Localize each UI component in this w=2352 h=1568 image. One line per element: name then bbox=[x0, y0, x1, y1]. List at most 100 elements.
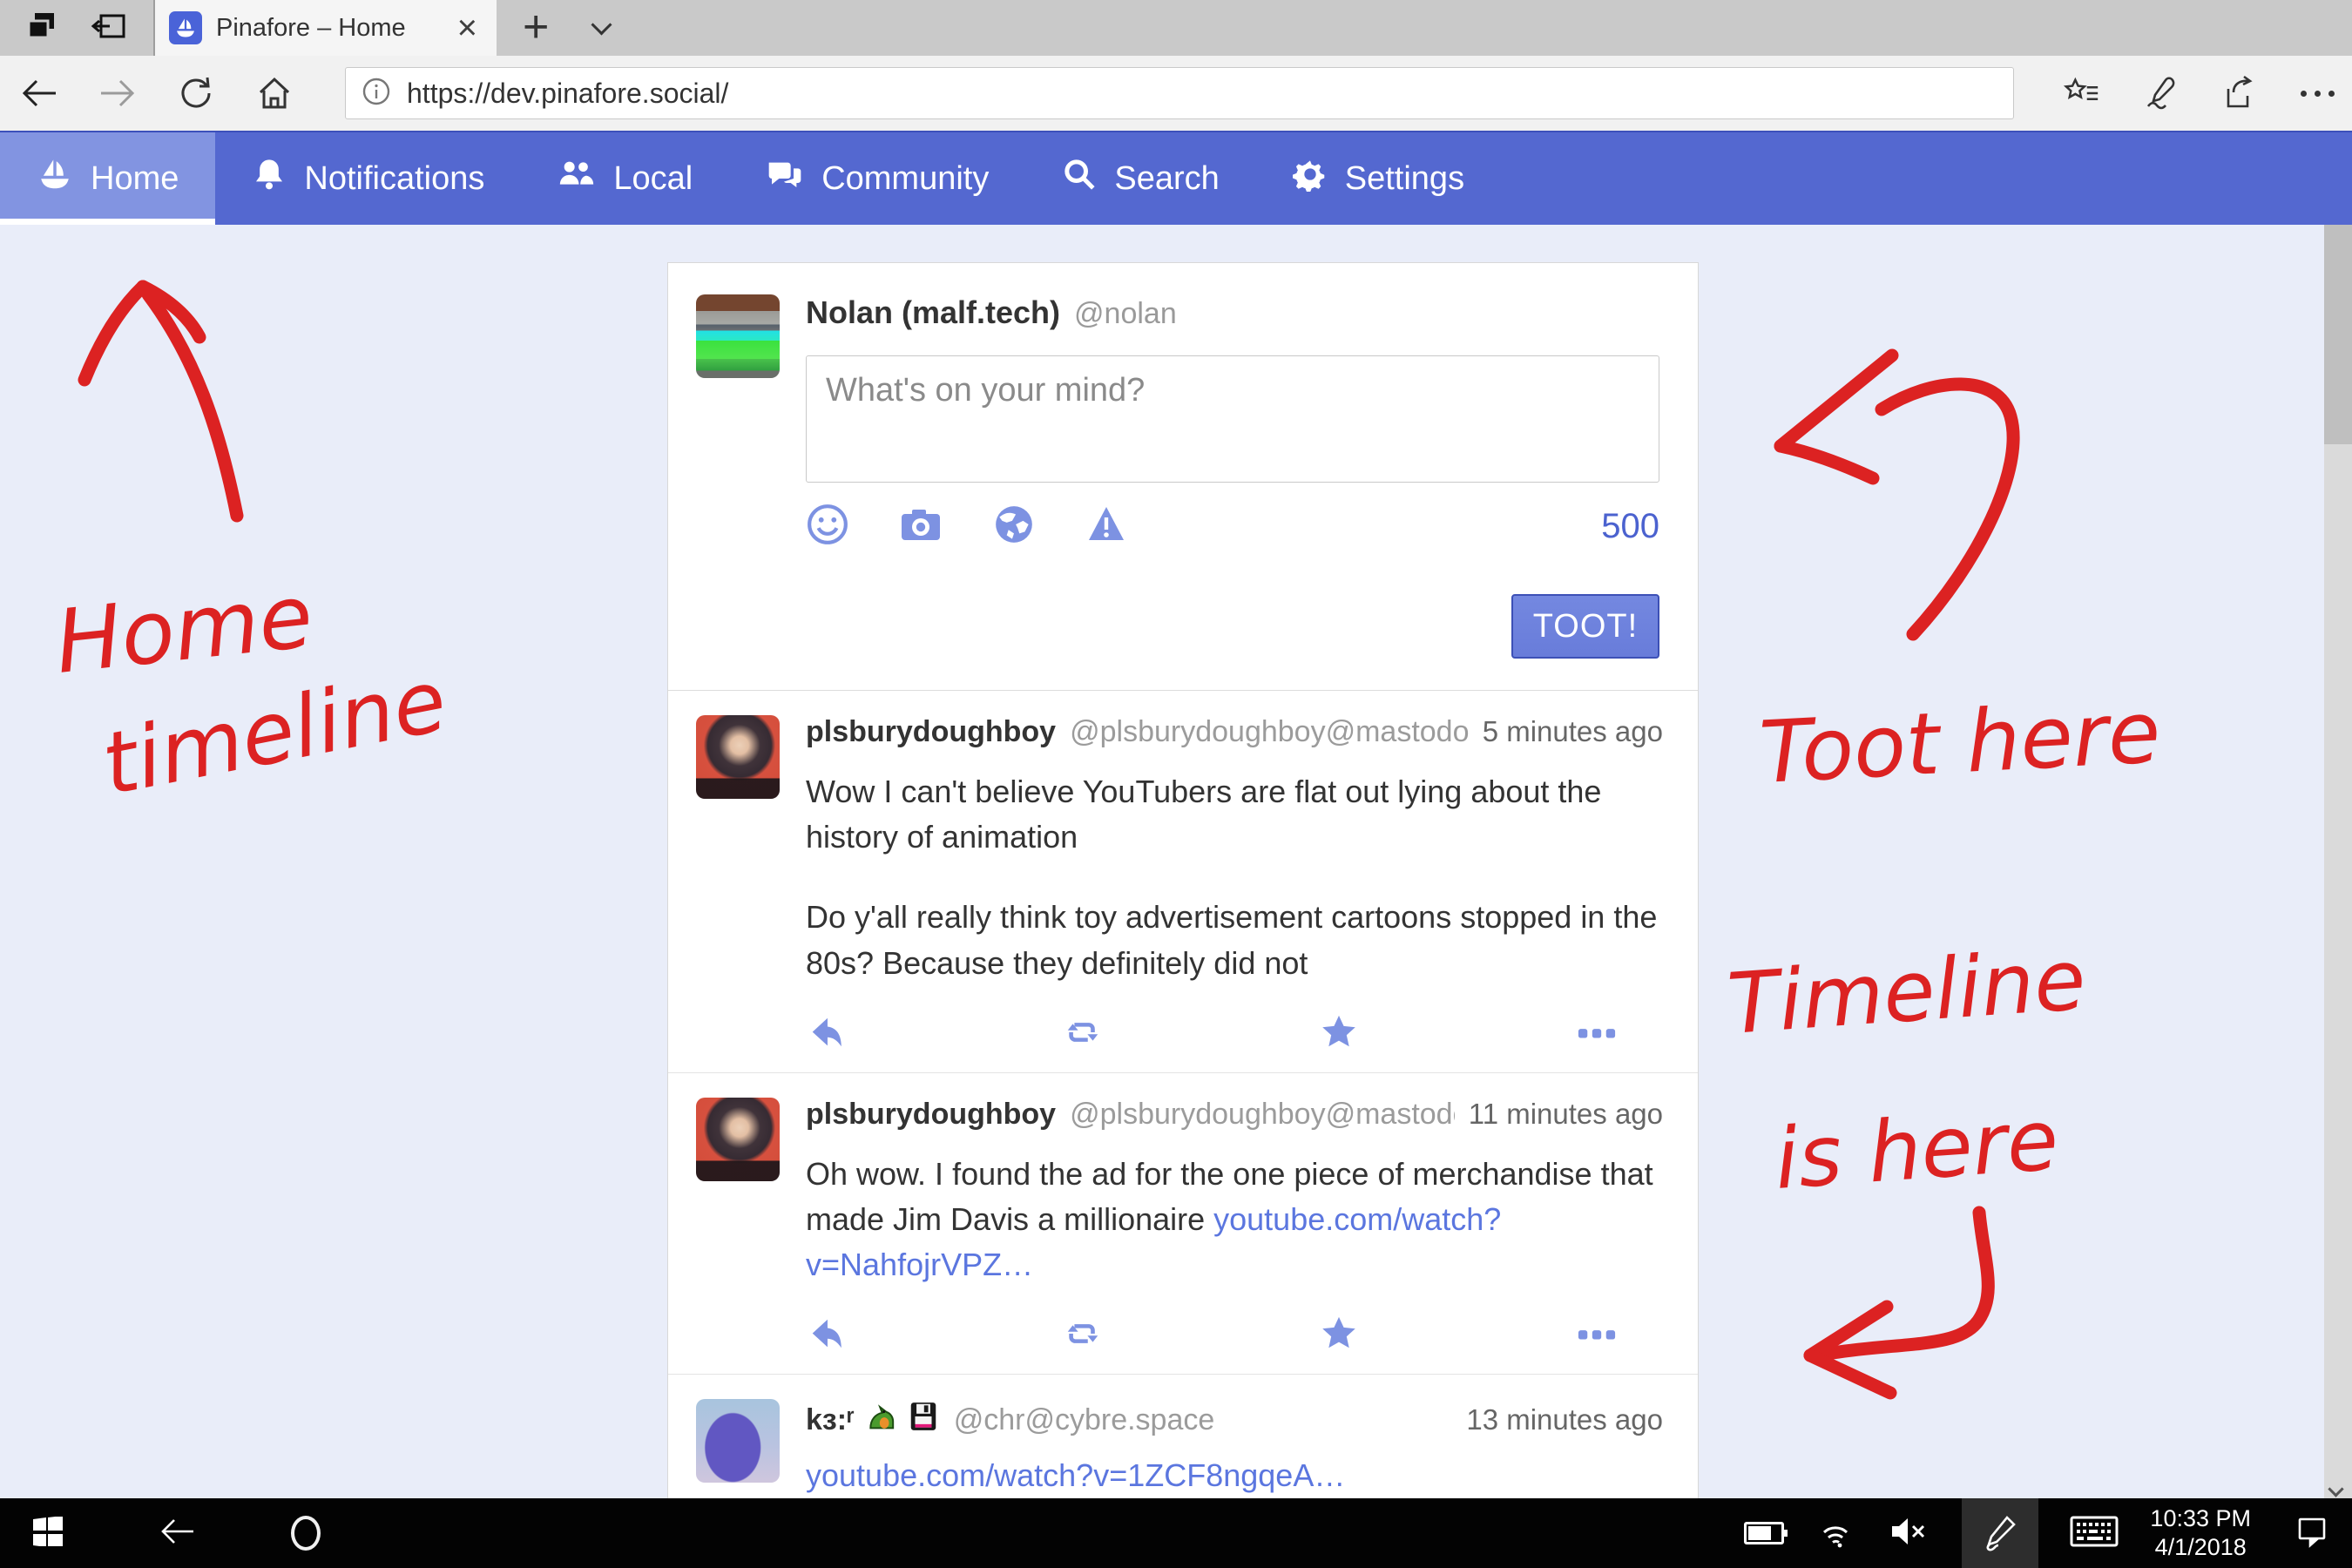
scrollbar[interactable] bbox=[2324, 225, 2352, 1498]
browser-tab[interactable]: Pinafore – Home × bbox=[155, 0, 497, 56]
post-link[interactable]: youtube.com/watch?v=1ZCF8ngqeA… bbox=[806, 1457, 1345, 1493]
post[interactable]: plsburydoughboy @plsburydoughboy@mastodo… bbox=[668, 691, 1698, 1072]
post-body: youtube.com/watch?v=1ZCF8ngqeA… bbox=[806, 1453, 1663, 1498]
avatar[interactable] bbox=[696, 1399, 780, 1483]
nav-item-local[interactable]: Local bbox=[521, 132, 729, 225]
reply-icon[interactable] bbox=[806, 1314, 848, 1358]
globe-icon[interactable] bbox=[992, 503, 1036, 551]
compose-box: Nolan (malf.tech) @nolan bbox=[668, 263, 1698, 691]
avatar[interactable] bbox=[696, 1098, 780, 1181]
ellipsis-icon[interactable] bbox=[1574, 1314, 1619, 1358]
set-tabs-aside-icon[interactable] bbox=[24, 9, 59, 48]
browser-toolbar: https://dev.pinafore.social/ bbox=[0, 56, 2352, 131]
nav-label: Community bbox=[821, 160, 989, 198]
char-counter: 500 bbox=[1601, 507, 1659, 546]
boost-icon[interactable] bbox=[1062, 1012, 1104, 1057]
boost-icon[interactable] bbox=[1062, 1314, 1104, 1358]
refresh-icon[interactable] bbox=[157, 75, 235, 112]
sailboat-icon bbox=[37, 156, 73, 201]
star-icon[interactable] bbox=[1318, 1314, 1360, 1358]
pinafore-nav: Home Notifications Local Community Searc… bbox=[0, 131, 2352, 225]
nav-item-search[interactable]: Search bbox=[1025, 132, 1255, 225]
taskbar: 10:33 PM 4/1/2018 bbox=[0, 1498, 2352, 1568]
post[interactable]: kз:ʳ @chr@cybre.space 13 minutes ago you… bbox=[668, 1374, 1698, 1498]
url-text[interactable]: https://dev.pinafore.social/ bbox=[407, 78, 728, 110]
favorites-hub-icon[interactable] bbox=[2063, 76, 2101, 111]
scroll-down-icon[interactable] bbox=[2328, 1481, 2343, 1497]
compose-display-name: Nolan (malf.tech) bbox=[806, 294, 1060, 331]
home-icon[interactable] bbox=[235, 75, 314, 112]
post-body: Wow I can't believe YouTubers are flat o… bbox=[806, 769, 1663, 986]
nav-label: Notifications bbox=[304, 160, 484, 198]
cortana-icon[interactable] bbox=[291, 1516, 321, 1551]
nav-label: Settings bbox=[1345, 160, 1464, 198]
post-author[interactable]: plsburydoughboy bbox=[806, 1098, 1056, 1132]
battery-icon[interactable] bbox=[1744, 1522, 1784, 1544]
post-timestamp[interactable]: 13 minutes ago bbox=[1466, 1403, 1663, 1436]
post-paragraph: Do y'all really think toy advertisement … bbox=[806, 895, 1663, 985]
post-timestamp[interactable]: 5 minutes ago bbox=[1483, 715, 1663, 748]
back-icon[interactable] bbox=[0, 76, 78, 111]
nav-item-home[interactable]: Home bbox=[0, 132, 215, 225]
post-paragraph: Wow I can't believe YouTubers are flat o… bbox=[806, 769, 1663, 860]
address-bar[interactable]: https://dev.pinafore.social/ bbox=[345, 67, 2014, 119]
info-icon[interactable] bbox=[362, 77, 391, 111]
nav-label: Local bbox=[613, 160, 693, 198]
taskbar-clock[interactable]: 10:33 PM 4/1/2018 bbox=[2150, 1504, 2251, 1562]
camera-icon[interactable] bbox=[898, 504, 943, 550]
avatar[interactable] bbox=[696, 294, 780, 378]
post-author[interactable]: plsburydoughboy bbox=[806, 715, 1056, 749]
tab-list-chevron-icon[interactable] bbox=[591, 14, 612, 35]
pen-icon[interactable] bbox=[1962, 1498, 2038, 1568]
ellipsis-icon[interactable] bbox=[1574, 1012, 1619, 1057]
tab-title: Pinafore – Home bbox=[216, 14, 438, 43]
clock-time: 10:33 PM bbox=[2150, 1504, 2251, 1533]
nav-label: Search bbox=[1114, 160, 1219, 198]
action-center-icon[interactable] bbox=[2295, 1513, 2329, 1554]
emoji-icon[interactable] bbox=[806, 503, 849, 551]
close-icon[interactable]: × bbox=[452, 10, 483, 45]
search-icon bbox=[1062, 157, 1097, 200]
browser-tab-bar: Pinafore – Home × + bbox=[0, 0, 2352, 56]
post-timestamp[interactable]: 11 minutes ago bbox=[1469, 1098, 1663, 1131]
nav-item-community[interactable]: Community bbox=[729, 132, 1025, 225]
floppy-emoji bbox=[907, 1399, 940, 1442]
bell-icon bbox=[252, 156, 287, 201]
compose-input[interactable] bbox=[806, 355, 1659, 483]
keyboard-icon[interactable] bbox=[2070, 1514, 2119, 1553]
users-icon bbox=[558, 157, 596, 200]
wifi-icon[interactable] bbox=[1815, 1513, 1855, 1554]
post-author-text: kз:ʳ bbox=[806, 1403, 855, 1437]
post[interactable]: plsburydoughboy @plsburydoughboy@mastodo… bbox=[668, 1072, 1698, 1375]
nav-item-settings[interactable]: Settings bbox=[1256, 132, 1501, 225]
windows-start-icon[interactable] bbox=[33, 1517, 63, 1551]
post-handle: @plsburydoughboy@mastodon.s… bbox=[1070, 1098, 1455, 1132]
post-author[interactable]: kз:ʳ bbox=[806, 1399, 940, 1442]
post-handle: @plsburydoughboy@mastodon.so… bbox=[1070, 715, 1469, 749]
volume-muted-icon[interactable] bbox=[1887, 1514, 1930, 1553]
toot-button[interactable]: TOOT! bbox=[1511, 594, 1659, 659]
forward-icon[interactable] bbox=[78, 76, 157, 111]
gear-icon bbox=[1293, 157, 1328, 200]
chat-icon bbox=[766, 157, 804, 200]
screen: Pinafore – Home × + https://dev.pinafore… bbox=[0, 0, 2352, 1568]
warning-icon[interactable] bbox=[1085, 504, 1128, 550]
new-tab-icon[interactable]: + bbox=[523, 10, 549, 46]
timeline-page: Nolan (malf.tech) @nolan bbox=[0, 225, 2352, 1498]
nav-item-notifications[interactable]: Notifications bbox=[215, 132, 521, 225]
pinafore-favicon bbox=[169, 11, 202, 44]
star-icon[interactable] bbox=[1318, 1012, 1360, 1057]
web-note-icon[interactable] bbox=[2141, 75, 2180, 112]
task-back-icon[interactable] bbox=[159, 1516, 195, 1551]
post-body: Oh wow. I found the ad for the one piece… bbox=[806, 1152, 1663, 1288]
timeline-column: Nolan (malf.tech) @nolan bbox=[667, 262, 1699, 1498]
more-icon[interactable] bbox=[2298, 91, 2336, 97]
restore-tabs-icon[interactable] bbox=[91, 9, 129, 48]
scrollbar-thumb[interactable] bbox=[2324, 225, 2352, 444]
reply-icon[interactable] bbox=[806, 1012, 848, 1057]
avatar[interactable] bbox=[696, 715, 780, 799]
dragon-emoji bbox=[863, 1399, 898, 1442]
compose-handle: @nolan bbox=[1074, 297, 1177, 331]
share-icon[interactable] bbox=[2220, 75, 2258, 112]
nav-label: Home bbox=[91, 160, 179, 198]
